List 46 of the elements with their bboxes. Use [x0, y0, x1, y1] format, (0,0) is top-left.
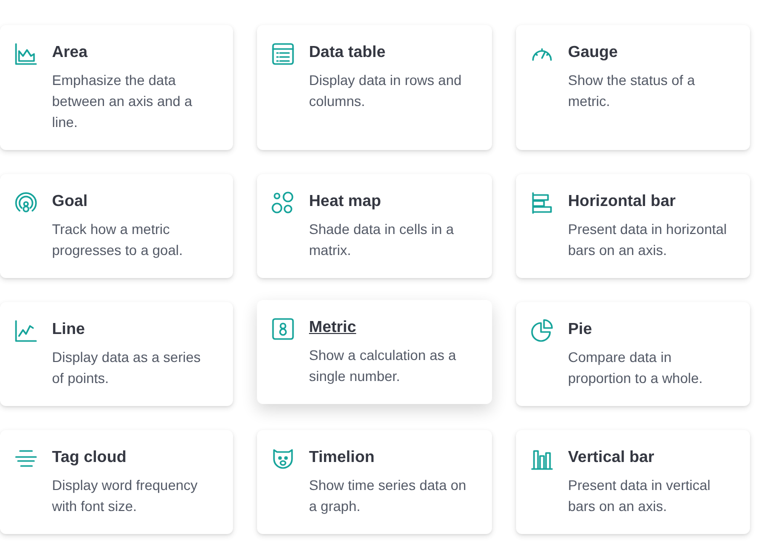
- card-title: Goal: [52, 192, 89, 212]
- card-title: Metric: [309, 318, 358, 338]
- visualization-card[interactable]: Metric Show a calculation as a single number.: [257, 300, 492, 404]
- horizontal-bar-icon: [530, 191, 554, 215]
- bear-face-icon: [271, 447, 295, 471]
- card-description: Show the status of a metric.: [568, 71, 696, 111]
- visualization-card[interactable]: Vertical bar Present data in vertical bars on an axis.: [516, 430, 750, 534]
- card-title: Timelion: [309, 448, 376, 468]
- visualization-card[interactable]: Goal Track how a metric progresses to a goal.: [0, 174, 233, 278]
- circles-icon: [271, 191, 295, 215]
- card-description: Track how a metric progresses to a goal.: [52, 220, 184, 260]
- number-eight-icon: [271, 317, 295, 341]
- visualization-card[interactable]: Gauge Show the status of a metric.: [516, 25, 750, 150]
- goal-icon: [14, 191, 38, 215]
- card-description: Present data in vertical bars on an axis.: [568, 476, 712, 516]
- card-title: Line: [52, 320, 86, 340]
- visualization-card[interactable]: Pie Compare data in proportion to a whole.: [516, 302, 750, 406]
- area-chart-icon: [14, 42, 38, 66]
- card-description: Present data in horizontal bars on an axis.: [568, 220, 728, 260]
- visualization-card[interactable]: Tag cloud Display word frequency with font size.: [0, 430, 233, 534]
- card-description: Show a calculation as a single number.: [309, 346, 458, 386]
- card-title: Gauge: [568, 43, 619, 63]
- card-title: Pie: [568, 320, 594, 340]
- card-description: Display word frequency with font size.: [52, 476, 199, 516]
- pie-chart-icon: [530, 319, 554, 343]
- card-description: Display data in rows and columns.: [309, 71, 463, 111]
- card-title: Vertical bar: [568, 448, 656, 468]
- vertical-bar-icon: [530, 447, 554, 471]
- line-chart-icon: [14, 319, 38, 343]
- card-title: Heat map: [309, 192, 382, 212]
- card-title: Data table: [309, 43, 386, 63]
- table-icon: [271, 42, 295, 66]
- visualization-card[interactable]: Timelion Show time series data on a graph.: [257, 430, 492, 534]
- card-title: Horizontal bar: [568, 192, 677, 212]
- visualization-card[interactable]: Line Display data as a series of points.: [0, 302, 233, 406]
- visualization-card[interactable]: Area Emphasize the data between an axis and a line.: [0, 25, 233, 150]
- card-description: Show time series data on a graph.: [309, 476, 468, 516]
- card-description: Display data as a series of points.: [52, 348, 202, 388]
- card-description: Emphasize the data between an axis and a line.: [52, 71, 194, 132]
- card-title: Area: [52, 43, 89, 63]
- card-description: Shade data in cells in a matrix.: [309, 220, 455, 260]
- visualization-card[interactable]: Horizontal bar Present data in horizontal bars on an axis.: [516, 174, 750, 278]
- visualization-card[interactable]: Data table Display data in rows and columns.: [257, 25, 492, 150]
- card-description: Compare data in proportion to a whole.: [568, 348, 704, 388]
- card-title: Tag cloud: [52, 448, 128, 468]
- visualization-card[interactable]: Heat map Shade data in cells in a matrix.: [257, 174, 492, 278]
